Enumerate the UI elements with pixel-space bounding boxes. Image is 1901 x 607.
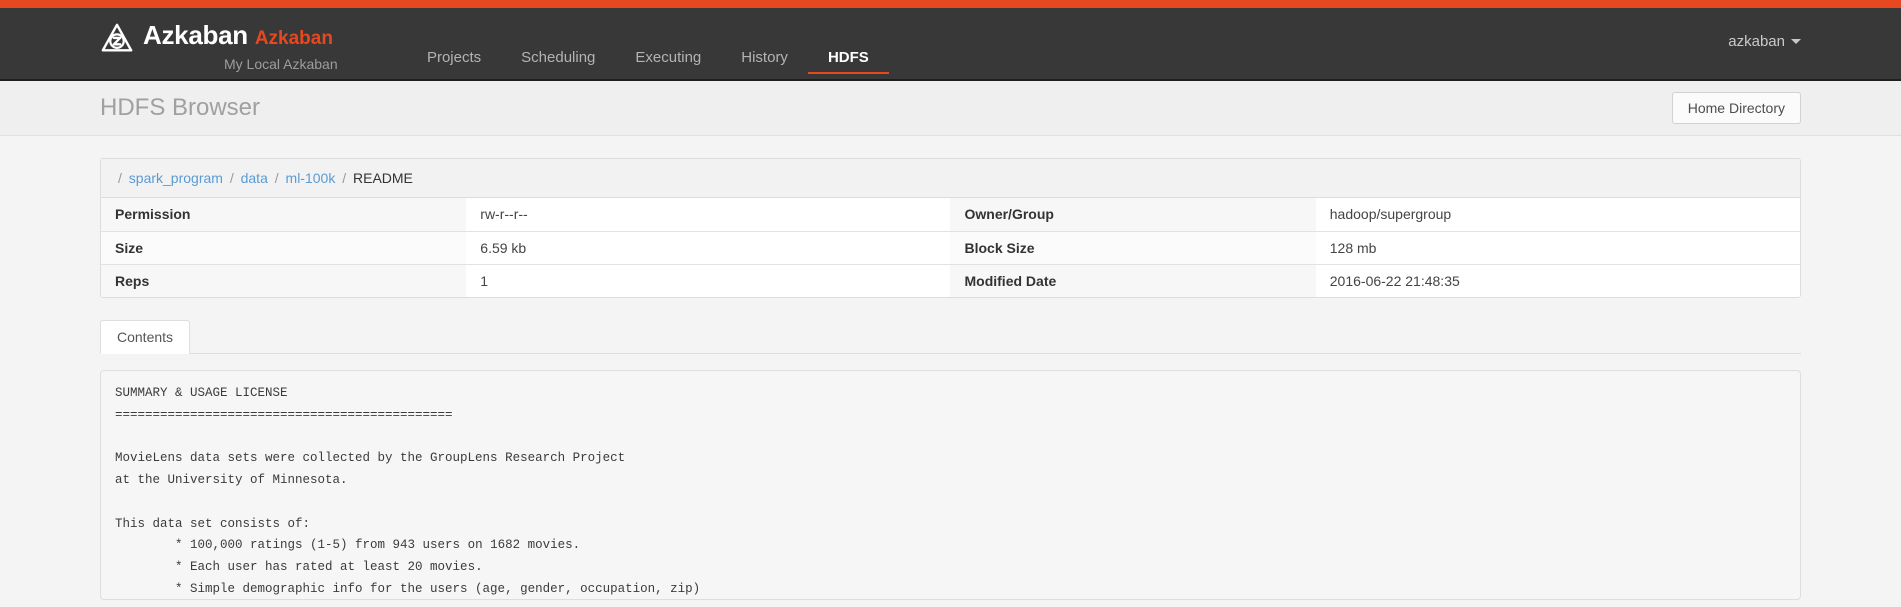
page-title: HDFS Browser — [100, 94, 261, 121]
nav-item-executing[interactable]: Executing — [615, 49, 721, 72]
brand-name: Azkaban — [143, 20, 248, 50]
content-tabs: Contents — [100, 320, 1801, 354]
nav-item-history[interactable]: History — [721, 49, 808, 72]
info-value-reps: 1 — [466, 263, 951, 297]
top-accent-bar — [0, 0, 1901, 8]
breadcrumb-item-spark_program[interactable]: spark_program — [129, 170, 223, 186]
user-menu-dropdown[interactable]: azkaban — [1728, 33, 1801, 50]
info-key-modified-date: Modified Date — [950, 263, 1316, 297]
info-value-permission: rw-r--r-- — [466, 198, 951, 231]
navbar-links: Projects Scheduling Executing History HD… — [367, 24, 889, 74]
info-value-modified-date: 2016-06-22 21:48:35 — [1315, 263, 1800, 297]
nav-item-projects[interactable]: Projects — [407, 49, 501, 72]
nav-link-executing[interactable]: Executing — [615, 49, 721, 72]
main-content: / spark_program / data / ml-100k / READM… — [0, 136, 1901, 604]
info-key-size: Size — [101, 230, 467, 264]
info-key-permission: Permission — [101, 198, 467, 231]
tab-item-contents[interactable]: Contents — [100, 320, 191, 354]
tab-contents[interactable]: Contents — [100, 320, 191, 354]
brand-subtitle: My Local Azkaban — [224, 56, 338, 72]
breadcrumb: / spark_program / data / ml-100k / READM… — [101, 159, 1800, 198]
nav-item-hdfs[interactable]: HDFS — [807, 49, 889, 74]
nav-link-scheduling[interactable]: Scheduling — [501, 49, 615, 72]
nav-link-hdfs[interactable]: HDFS — [807, 49, 889, 74]
table-row: Reps 1 Modified Date 2016-06-22 21:48:35 — [101, 263, 1800, 297]
info-key-owner-group: Owner/Group — [950, 198, 1316, 231]
breadcrumb-item-readme: README — [353, 170, 413, 186]
brand-alt-name: Azkaban — [254, 28, 333, 49]
info-key-block-size: Block Size — [950, 230, 1316, 264]
breadcrumb-separator-3: / — [342, 170, 347, 186]
page-header-actions: Home Directory — [1671, 92, 1801, 124]
breadcrumb-separator-2: / — [274, 170, 279, 186]
user-menu-label: azkaban — [1728, 33, 1785, 50]
file-info-table: Permission rw-r--r-- Owner/Group hadoop/… — [101, 198, 1800, 297]
nav-item-scheduling[interactable]: Scheduling — [501, 49, 615, 72]
file-contents-view: SUMMARY & USAGE LICENSE ================… — [100, 370, 1801, 600]
page-header-band: HDFS Browser Home Directory — [0, 81, 1901, 136]
brand-logo-link[interactable]: Azkaban Azkaban — [100, 8, 333, 56]
info-key-reps: Reps — [101, 263, 467, 297]
azkaban-triangle-logo-icon — [100, 22, 134, 56]
chevron-down-icon — [1791, 39, 1801, 44]
nav-link-history[interactable]: History — [721, 49, 808, 72]
breadcrumb-item-ml-100k[interactable]: ml-100k — [286, 170, 336, 186]
home-directory-button[interactable]: Home Directory — [1671, 92, 1801, 124]
breadcrumb-item-data[interactable]: data — [241, 170, 268, 186]
breadcrumb-separator-0: / — [118, 170, 122, 186]
info-value-size: 6.59 kb — [466, 230, 951, 264]
table-row: Permission rw-r--r-- Owner/Group hadoop/… — [101, 198, 1800, 231]
info-value-owner-group: hadoop/supergroup — [1315, 198, 1800, 231]
navbar-right: azkaban — [1728, 8, 1801, 50]
info-value-block-size: 128 mb — [1315, 230, 1800, 264]
main-navbar: Azkaban Azkaban My Local Azkaban Projects… — [0, 8, 1901, 81]
nav-link-projects[interactable]: Projects — [407, 49, 501, 72]
breadcrumb-separator-1: / — [229, 170, 234, 186]
table-row: Size 6.59 kb Block Size 128 mb — [101, 230, 1800, 264]
file-info-panel: / spark_program / data / ml-100k / READM… — [100, 158, 1801, 298]
